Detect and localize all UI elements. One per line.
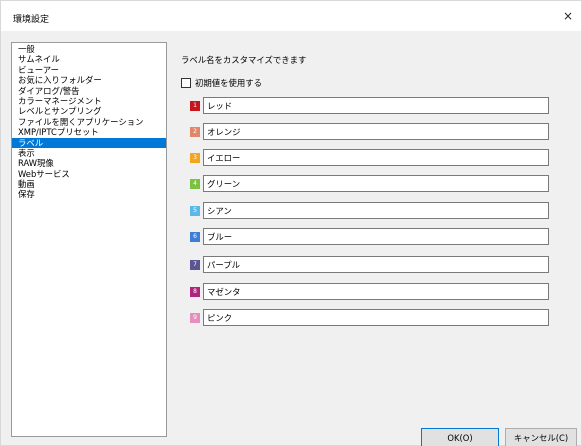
label-name-field-2[interactable] bbox=[203, 123, 549, 140]
sidebar-item-raw-development[interactable]: RAW現像 bbox=[12, 158, 166, 168]
use-default-label: 初期値を使用する bbox=[195, 78, 262, 88]
ok-button[interactable]: OK(O) bbox=[421, 428, 499, 446]
label-row-9: 9 bbox=[190, 309, 549, 326]
label-color-swatch-8: 8 bbox=[190, 286, 200, 297]
label-name-field-3[interactable] bbox=[203, 149, 549, 166]
label-color-swatch-2: 2 bbox=[190, 126, 200, 137]
label-color-swatch-4: 4 bbox=[190, 178, 200, 189]
label-name-field-4[interactable] bbox=[203, 175, 549, 192]
label-color-swatch-1: 1 bbox=[190, 100, 200, 111]
close-icon[interactable]: × bbox=[555, 1, 581, 31]
category-list[interactable]: 一般 サムネイル ビューアー お気に入りフォルダー ダイアログ/警告 カラーマネ… bbox=[11, 42, 167, 437]
use-default-row[interactable]: 初期値を使用する bbox=[181, 77, 262, 89]
sidebar-item-levels-sampling[interactable]: レベルとサンプリング bbox=[12, 106, 166, 116]
sidebar-item-dialogs-warnings[interactable]: ダイアログ/警告 bbox=[12, 86, 166, 96]
label-row-5: 5 bbox=[190, 202, 549, 219]
sidebar-item-color-management[interactable]: カラーマネージメント bbox=[12, 96, 166, 106]
sidebar-item-viewer[interactable]: ビューアー bbox=[12, 65, 166, 75]
label-name-field-5[interactable] bbox=[203, 202, 549, 219]
cancel-button[interactable]: キャンセル(C) bbox=[505, 428, 577, 446]
sidebar-item-save[interactable]: 保存 bbox=[12, 189, 166, 199]
label-color-swatch-3: 3 bbox=[190, 152, 200, 163]
label-row-1: 1 bbox=[190, 97, 549, 114]
sidebar-item-open-with-apps[interactable]: ファイルを開くアプリケーション bbox=[12, 117, 166, 127]
sidebar-item-xmp-iptc-presets[interactable]: XMP/IPTCプリセット bbox=[12, 127, 166, 137]
label-row-7: 7 bbox=[190, 256, 549, 273]
label-row-6: 6 bbox=[190, 228, 549, 245]
label-name-field-7[interactable] bbox=[203, 256, 549, 273]
label-name-field-9[interactable] bbox=[203, 309, 549, 326]
label-color-swatch-5: 5 bbox=[190, 205, 200, 216]
label-color-swatch-6: 6 bbox=[190, 231, 200, 242]
sidebar-item-thumbnail[interactable]: サムネイル bbox=[12, 54, 166, 64]
sidebar-item-web-services[interactable]: Webサービス bbox=[12, 169, 166, 179]
section-heading: ラベル名をカスタマイズできます bbox=[181, 55, 307, 65]
label-color-swatch-9: 9 bbox=[190, 312, 200, 323]
label-name-field-8[interactable] bbox=[203, 283, 549, 300]
sidebar-item-general[interactable]: 一般 bbox=[12, 44, 166, 54]
sidebar-item-video[interactable]: 動画 bbox=[12, 179, 166, 189]
label-row-4: 4 bbox=[190, 175, 549, 192]
label-name-field-6[interactable] bbox=[203, 228, 549, 245]
label-row-8: 8 bbox=[190, 283, 549, 300]
sidebar-item-labels[interactable]: ラベル bbox=[12, 137, 166, 148]
label-row-2: 2 bbox=[190, 123, 549, 140]
label-color-swatch-7: 7 bbox=[190, 259, 200, 270]
window-title: 環境設定 bbox=[13, 15, 50, 25]
sidebar-item-display[interactable]: 表示 bbox=[12, 148, 166, 158]
use-default-checkbox[interactable] bbox=[181, 78, 191, 88]
label-name-field-1[interactable] bbox=[203, 97, 549, 114]
preferences-window: 環境設定 × 一般 サムネイル ビューアー お気に入りフォルダー ダイアログ/警… bbox=[0, 0, 582, 446]
label-row-3: 3 bbox=[190, 149, 549, 166]
title-bar: 環境設定 × bbox=[1, 1, 581, 31]
sidebar-item-favorite-folders[interactable]: お気に入りフォルダー bbox=[12, 75, 166, 85]
